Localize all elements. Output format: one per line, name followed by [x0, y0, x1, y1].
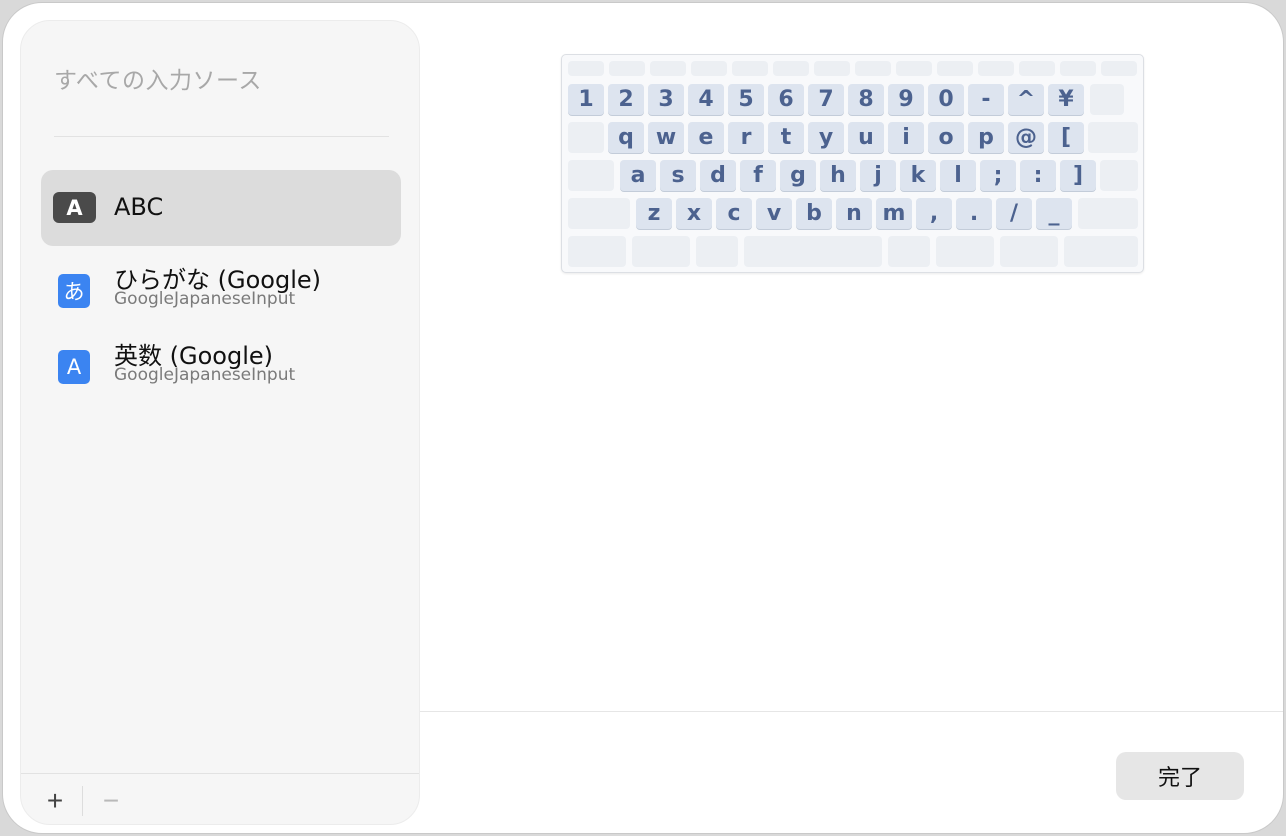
- function-key: [855, 61, 891, 76]
- keyboard-key: p: [968, 122, 1004, 153]
- modifier-key: [696, 236, 738, 267]
- footer-divider: [420, 711, 1283, 712]
- keyboard-layout-preview: 1 2 3 4 5 6 7 8 9 0- ^ ¥ q w e r t y u i o p @[ a s d f g h j k l;:] z x c…: [561, 54, 1144, 273]
- sidebar-divider: [54, 136, 389, 137]
- function-key: [1060, 61, 1096, 76]
- keyboard-key: h: [820, 160, 856, 191]
- keyboard-key: 4: [688, 84, 724, 115]
- keyboard-key: @: [1008, 122, 1044, 153]
- toolbar-separator: [82, 786, 83, 816]
- keyboard-key: l: [940, 160, 976, 191]
- function-key: [691, 61, 727, 76]
- function-key: [609, 61, 645, 76]
- modifier-key: [936, 236, 994, 267]
- keyboard-key: n: [836, 198, 872, 229]
- modifier-key: [744, 236, 882, 267]
- sidebar-title: すべての入力ソース: [54, 68, 262, 94]
- keyboard-key: x: [676, 198, 712, 229]
- keyboard-key: -: [968, 84, 1004, 115]
- keyboard-key: /: [996, 198, 1032, 229]
- source-name: ABC: [114, 193, 164, 221]
- control-key: [568, 160, 614, 191]
- modifier-key: [568, 236, 626, 267]
- modifier-key: [1000, 236, 1058, 267]
- function-key: [1019, 61, 1055, 76]
- function-key: [1101, 61, 1137, 76]
- keyboard-key: d: [700, 160, 736, 191]
- source-subtitle: GoogleJapaneseInput: [114, 289, 296, 309]
- keyboard-key: 6: [768, 84, 804, 115]
- source-subtitle: GoogleJapaneseInput: [114, 365, 296, 385]
- keyboard-key: o: [928, 122, 964, 153]
- sidebar-toolbar-divider: [21, 773, 419, 774]
- function-key: [814, 61, 850, 76]
- keyboard-key: .: [956, 198, 992, 229]
- right-shift-key: [1078, 198, 1138, 229]
- keyboard-key: t: [768, 122, 804, 153]
- tab-key: [568, 122, 604, 153]
- keyboard-key: m: [876, 198, 912, 229]
- keyboard-key: ;: [980, 160, 1016, 191]
- keyboard-key: g: [780, 160, 816, 191]
- keyboard-key: 1: [568, 84, 604, 115]
- keyboard-key: 0: [928, 84, 964, 115]
- keyboard-key: ¥: [1048, 84, 1084, 115]
- delete-key: [1090, 84, 1124, 115]
- keyboard-key: :: [1020, 160, 1056, 191]
- keyboard-key: k: [900, 160, 936, 191]
- return-key: [1100, 160, 1138, 191]
- function-key: [896, 61, 932, 76]
- source-item-abc[interactable]: A ABC: [41, 170, 401, 246]
- keyboard-key: c: [716, 198, 752, 229]
- modifier-key: [888, 236, 930, 267]
- keyboard-key: ^: [1008, 84, 1044, 115]
- keyboard-key: u: [848, 122, 884, 153]
- keyboard-key: b: [796, 198, 832, 229]
- keyboard-key: 3: [648, 84, 684, 115]
- keyboard-key: j: [860, 160, 896, 191]
- source-item-hiragana-google[interactable]: あ ひらがな (Google) GoogleJapaneseInput: [41, 254, 401, 330]
- keyboard-key: e: [688, 122, 724, 153]
- keyboard-key: f: [740, 160, 776, 191]
- add-source-button[interactable]: +: [35, 781, 75, 821]
- function-key: [773, 61, 809, 76]
- modifier-key: [1064, 236, 1138, 267]
- hiragana-a-icon: あ: [58, 274, 90, 308]
- keyboard-key: 2: [608, 84, 644, 115]
- letter-a-icon: A: [53, 192, 96, 223]
- function-key: [937, 61, 973, 76]
- keyboard-key: r: [728, 122, 764, 153]
- keyboard-key: q: [608, 122, 644, 153]
- keyboard-key: i: [888, 122, 924, 153]
- function-key: [978, 61, 1014, 76]
- keyboard-key: z: [636, 198, 672, 229]
- return-key: [1088, 122, 1138, 153]
- keyboard-key: 5: [728, 84, 764, 115]
- left-shift-key: [568, 198, 630, 229]
- letter-a-icon: A: [58, 350, 90, 384]
- remove-source-button[interactable]: −: [91, 781, 131, 821]
- keyboard-key: ,: [916, 198, 952, 229]
- keyboard-key: s: [660, 160, 696, 191]
- input-sources-dialog: すべての入力ソース A ABC あ ひらがな (Google) GoogleJa…: [2, 2, 1284, 834]
- function-key: [732, 61, 768, 76]
- keyboard-key: 9: [888, 84, 924, 115]
- keyboard-key: y: [808, 122, 844, 153]
- keyboard-key: a: [620, 160, 656, 191]
- input-source-sidebar: すべての入力ソース A ABC あ ひらがな (Google) GoogleJa…: [20, 20, 420, 825]
- keyboard-key: _: [1036, 198, 1072, 229]
- keyboard-key: ]: [1060, 160, 1096, 191]
- function-key: [650, 61, 686, 76]
- keyboard-key: v: [756, 198, 792, 229]
- source-item-eisu-google[interactable]: A 英数 (Google) GoogleJapaneseInput: [41, 330, 401, 406]
- keyboard-key: w: [648, 122, 684, 153]
- function-key: [568, 61, 604, 76]
- keyboard-key: 8: [848, 84, 884, 115]
- keyboard-key: 7: [808, 84, 844, 115]
- done-button[interactable]: 完了: [1116, 752, 1244, 800]
- modifier-key: [632, 236, 690, 267]
- keyboard-key: [: [1048, 122, 1084, 153]
